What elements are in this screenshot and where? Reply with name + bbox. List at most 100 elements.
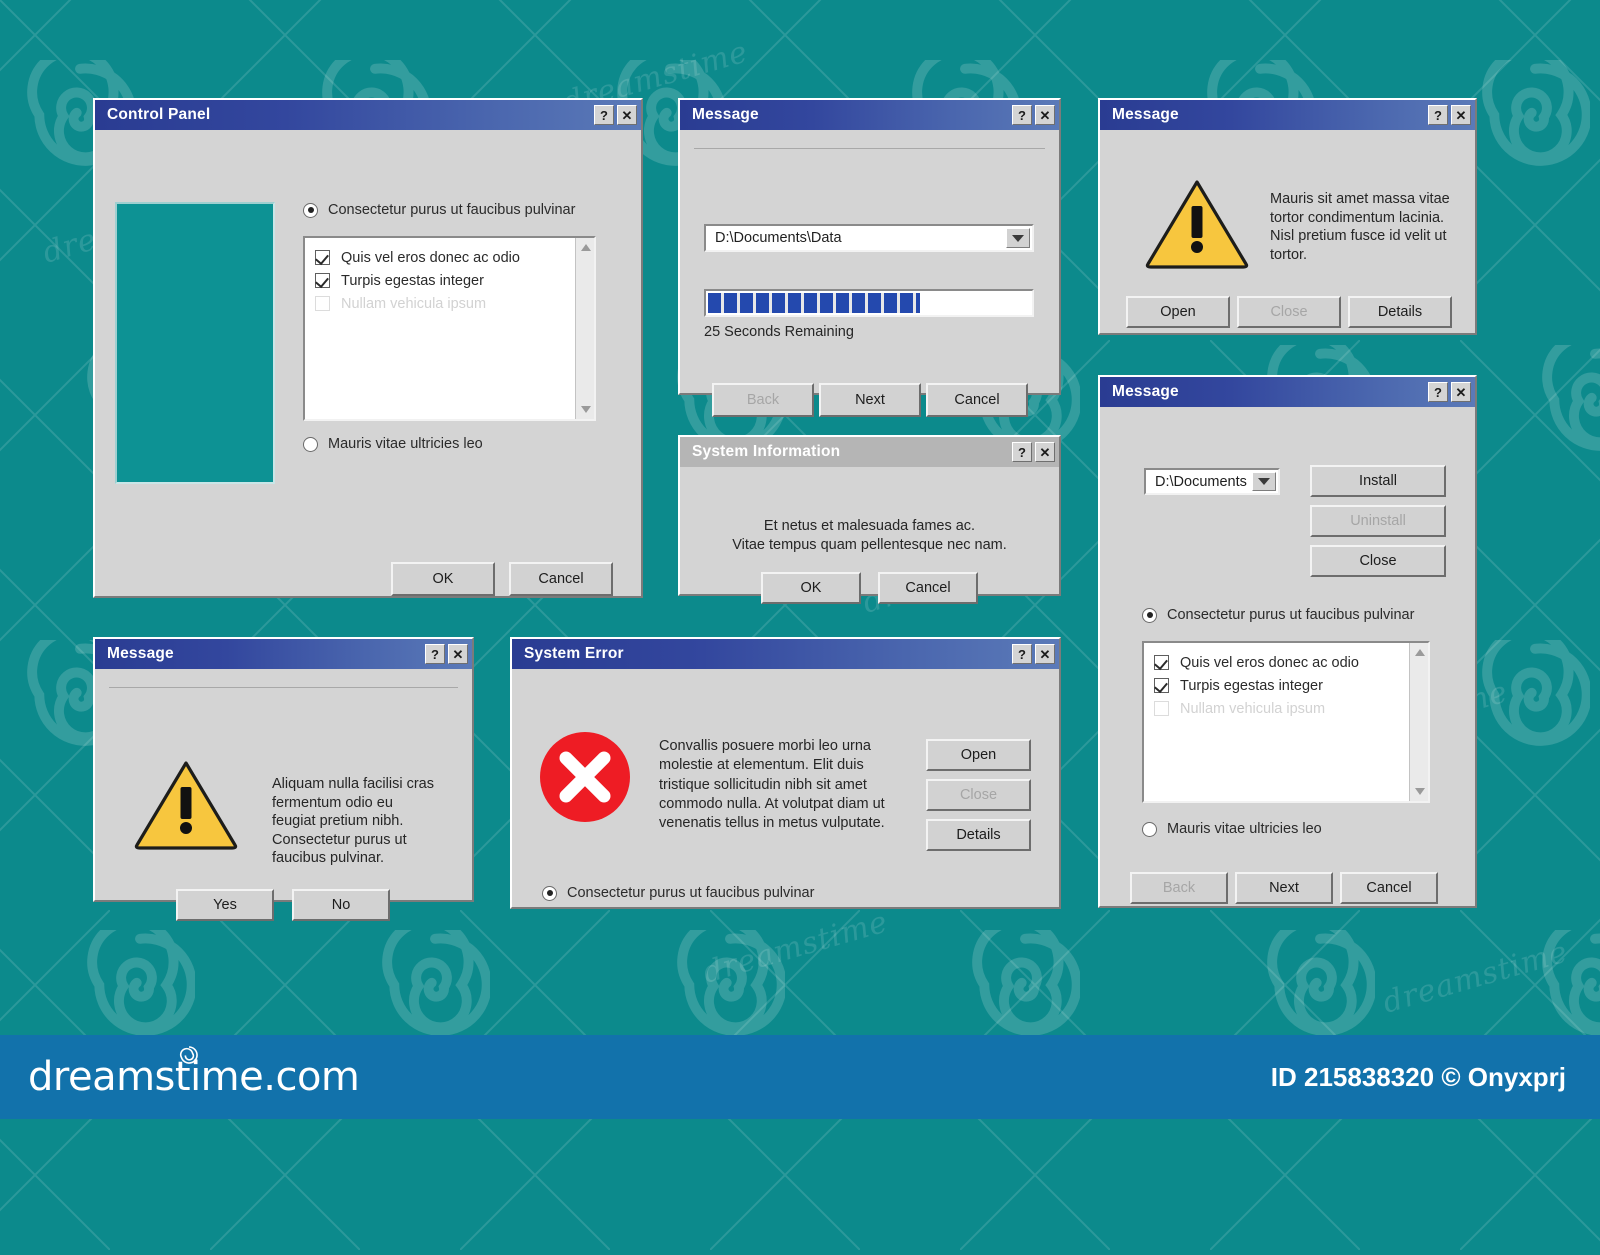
next-button[interactable]: Next — [1235, 872, 1333, 904]
radio-label: Consectetur purus ut faucibus pulvinar — [1167, 607, 1415, 623]
spiral-watermark-icon — [1480, 46, 1592, 170]
titlebar-progress-message[interactable]: Message ? ✕ — [680, 100, 1059, 130]
info-text-line1: Et netus et malesuada fames ac. — [763, 518, 976, 534]
checkbox-listbox[interactable]: Quis vel eros donec ac odio Turpis egest… — [303, 236, 596, 421]
checkbox-icon[interactable] — [1154, 678, 1169, 693]
list-item[interactable]: Quis vel eros donec ac odio — [1154, 651, 1422, 674]
titlebar-control-panel[interactable]: Control Panel ? ✕ — [95, 100, 641, 130]
open-button[interactable]: Open — [926, 739, 1031, 771]
progress-bar — [704, 289, 1034, 317]
close-icon[interactable]: ✕ — [1451, 382, 1471, 402]
close-icon[interactable]: ✕ — [1035, 105, 1055, 125]
no-button[interactable]: No — [292, 889, 390, 921]
radio-label: Consectetur purus ut faucibus pulvinar — [328, 202, 576, 218]
next-button[interactable]: Next — [819, 383, 921, 417]
titlebar-warning-message-left[interactable]: Message ? ✕ — [95, 639, 472, 669]
radio-dot-icon — [542, 885, 557, 901]
help-icon[interactable]: ? — [1012, 442, 1032, 462]
install-button[interactable]: Install — [1310, 465, 1446, 497]
spiral-watermark-icon — [1265, 916, 1377, 1040]
checkbox-icon[interactable] — [1154, 655, 1169, 670]
listbox-scrollbar[interactable] — [575, 238, 594, 419]
x-hatch-watermark-icon — [459, 1099, 611, 1255]
list-item[interactable]: Quis vel eros donec ac odio — [315, 246, 588, 269]
details-button[interactable]: Details — [926, 819, 1031, 851]
help-icon[interactable]: ? — [425, 644, 445, 664]
error-cross-icon — [539, 731, 631, 823]
spiral-watermark-icon — [85, 916, 197, 1040]
window-system-information: System Information ? ✕ Et netus et males… — [678, 435, 1061, 604]
uninstall-button: Uninstall — [1310, 505, 1446, 537]
cancel-button[interactable]: Cancel — [878, 572, 978, 604]
radio-consectetur[interactable]: Consectetur purus ut faucibus pulvinar — [542, 885, 814, 901]
path-combobox[interactable]: D:\Documents — [1144, 468, 1280, 495]
scroll-down-icon[interactable] — [576, 400, 594, 419]
progress-status-label: 25 Seconds Remaining — [704, 324, 854, 340]
close-icon[interactable]: ✕ — [617, 105, 637, 125]
dreamstime-logo: dreamstime.com — [28, 1046, 360, 1100]
divider — [694, 148, 1045, 149]
close-icon[interactable]: ✕ — [448, 644, 468, 664]
cancel-button[interactable]: Cancel — [509, 562, 613, 596]
spiral-icon — [179, 1046, 198, 1064]
checkbox-listbox[interactable]: Quis vel eros donec ac odio Turpis egest… — [1142, 641, 1430, 803]
scroll-up-icon[interactable] — [576, 238, 594, 257]
help-icon[interactable]: ? — [1012, 105, 1032, 125]
help-icon[interactable]: ? — [594, 105, 614, 125]
scroll-up-icon[interactable] — [1410, 643, 1428, 662]
titlebar-system-information[interactable]: System Information ? ✕ — [680, 437, 1059, 467]
window-title: System Error — [524, 645, 624, 662]
radio-mauris[interactable]: Mauris vitae ultricies leo — [303, 436, 483, 452]
titlebar-system-error[interactable]: System Error ? ✕ — [512, 639, 1059, 669]
radio-dot-icon — [1142, 607, 1157, 623]
close-button: Close — [1237, 296, 1341, 328]
list-item-label: Turpis egestas integer — [1180, 677, 1323, 694]
listbox-scrollbar[interactable] — [1409, 643, 1428, 801]
chevron-down-icon[interactable] — [1006, 228, 1030, 248]
window-title: Message — [692, 106, 759, 123]
list-item[interactable]: Turpis egestas integer — [1154, 674, 1422, 697]
warning-triangle-icon — [1144, 178, 1250, 270]
progress-fill — [708, 293, 920, 313]
checkbox-icon[interactable] — [315, 273, 330, 288]
yes-button[interactable]: Yes — [176, 889, 274, 921]
cancel-button[interactable]: Cancel — [1340, 872, 1438, 904]
radio-consectetur[interactable]: Consectetur purus ut faucibus pulvinar — [1142, 607, 1414, 623]
cancel-button[interactable]: Cancel — [926, 383, 1028, 417]
footer-bar: dreamstime.com ID 215838320 © Onyxprj — [0, 1035, 1600, 1119]
help-icon[interactable]: ? — [1428, 105, 1448, 125]
list-item-label: Quis vel eros donec ac odio — [341, 249, 520, 266]
image-id-credit: ID 215838320 © Onyxprj — [1270, 1061, 1566, 1092]
help-icon[interactable]: ? — [1012, 644, 1032, 664]
close-icon[interactable]: ✕ — [1035, 644, 1055, 664]
list-item: Nullam vehicula ipsum — [315, 292, 588, 315]
close-button[interactable]: Close — [1310, 545, 1446, 577]
back-button: Back — [1130, 872, 1228, 904]
checkbox-icon[interactable] — [315, 250, 330, 265]
radio-consectetur[interactable]: Consectetur purus ut faucibus pulvinar — [303, 202, 575, 218]
progress-message-body: D:\Documents\Data 25 Seconds Remaining B… — [680, 148, 1059, 417]
close-icon[interactable]: ✕ — [1035, 442, 1055, 462]
chevron-down-icon[interactable] — [1252, 472, 1276, 491]
x-hatch-watermark-icon — [209, 1099, 361, 1255]
details-button[interactable]: Details — [1348, 296, 1452, 328]
list-item-label: Nullam vehicula ipsum — [341, 295, 487, 312]
window-title: System Information — [692, 443, 841, 460]
window-warning-message-right: Message ? ✕ Mauris sit amet massa vitae … — [1098, 98, 1477, 335]
scroll-down-icon[interactable] — [1410, 782, 1428, 801]
preview-pane — [115, 202, 275, 484]
path-combobox[interactable]: D:\Documents\Data — [704, 224, 1034, 252]
radio-mauris[interactable]: Mauris vitae ultricies leo — [1142, 821, 1322, 837]
ok-button[interactable]: OK — [391, 562, 495, 596]
back-button: Back — [712, 383, 814, 417]
open-button[interactable]: Open — [1126, 296, 1230, 328]
list-item-label: Quis vel eros donec ac odio — [1180, 654, 1359, 671]
close-icon[interactable]: ✕ — [1451, 105, 1471, 125]
titlebar-warning-message-right[interactable]: Message ? ✕ — [1100, 100, 1475, 130]
x-hatch-watermark-icon — [0, 1099, 111, 1255]
list-item[interactable]: Turpis egestas integer — [315, 269, 588, 292]
dreamstime-text-watermark: dreamstime — [1378, 934, 1573, 1021]
ok-button[interactable]: OK — [761, 572, 861, 604]
titlebar-installer-message[interactable]: Message ? ✕ — [1100, 377, 1475, 407]
help-icon[interactable]: ? — [1428, 382, 1448, 402]
